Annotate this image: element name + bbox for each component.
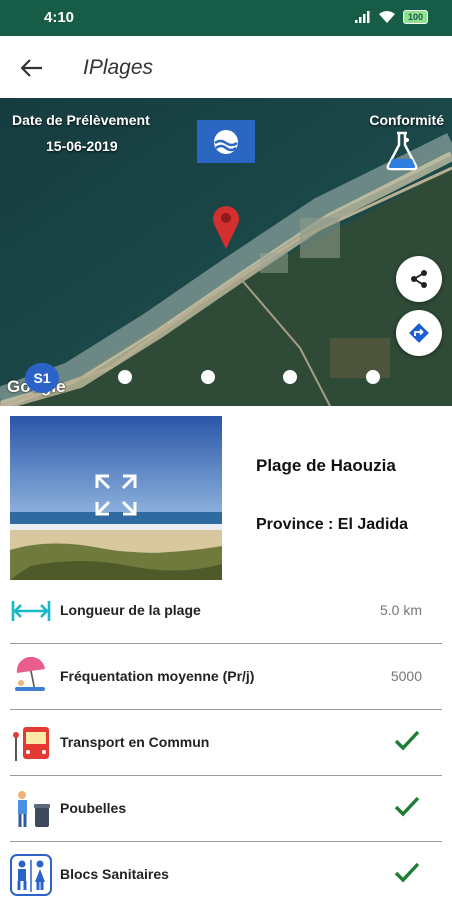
- ruler-icon: [10, 590, 52, 632]
- fullscreen-icon: [95, 474, 137, 516]
- beach-name: Plage de Haouzia: [256, 456, 396, 475]
- list-item-trash: Poubelles: [10, 776, 442, 842]
- list-item-toilets: Blocs Sanitaires: [10, 842, 442, 900]
- app-title: IPlages: [83, 56, 154, 79]
- bus-icon: [10, 722, 52, 764]
- share-icon: [411, 270, 427, 288]
- check-icon: [394, 730, 420, 751]
- facility-label: Fréquentation moyenne (Pr/j): [60, 668, 255, 684]
- satellite-map[interactable]: Date de Prélèvement 15-06-2019 Conformit…: [0, 98, 452, 406]
- list-item-length: Longueur de la plage 5.0 km: [10, 578, 442, 644]
- app-bar: IPlages: [0, 36, 452, 98]
- facility-label: Poubelles: [60, 800, 127, 816]
- status-icons: 100: [354, 10, 428, 24]
- status-time: 4:10: [44, 9, 75, 26]
- status-bar: 4:10 100: [0, 0, 452, 36]
- check-icon: [394, 796, 420, 817]
- facility-value: 5.0 km: [379, 602, 422, 618]
- facility-label: Blocs Sanitaires: [60, 866, 169, 882]
- list-item-transport: Transport en Commun: [10, 710, 442, 776]
- directions-icon: [409, 323, 429, 343]
- facility-label: Longueur de la plage: [60, 602, 201, 618]
- beach-photo[interactable]: [10, 416, 222, 580]
- signal-icon: [354, 11, 370, 23]
- battery-indicator: 100: [402, 10, 428, 24]
- facility-label: Transport en Commun: [60, 734, 210, 750]
- location-pin-icon[interactable]: [211, 204, 241, 250]
- sampling-date-label: Date de Prélèvement: [12, 112, 150, 128]
- back-button[interactable]: [14, 50, 50, 86]
- lab-flask-icon: [386, 131, 418, 171]
- toilets-icon: [10, 854, 52, 896]
- back-arrow-icon: [21, 59, 42, 77]
- share-button[interactable]: [396, 256, 442, 302]
- blue-flag-icon: [197, 120, 255, 163]
- sampling-date-value: 15-06-2019: [46, 138, 118, 154]
- list-item-attendance: Fréquentation moyenne (Pr/j) 5000: [10, 644, 442, 710]
- carousel-dot[interactable]: [118, 370, 132, 384]
- conformity-label: Conformité: [369, 112, 444, 128]
- carousel-dot[interactable]: [366, 370, 380, 384]
- station-badge[interactable]: S1: [25, 363, 59, 393]
- trash-bin-icon: [10, 788, 52, 830]
- facility-value: 5000: [390, 668, 422, 684]
- check-icon: [394, 862, 420, 883]
- wifi-icon: [378, 11, 395, 23]
- directions-button[interactable]: [396, 310, 442, 356]
- carousel-dot[interactable]: [283, 370, 297, 384]
- province-label: Province : El Jadida: [256, 516, 409, 533]
- carousel-dot[interactable]: [201, 370, 215, 384]
- beach-umbrella-icon: [10, 656, 52, 698]
